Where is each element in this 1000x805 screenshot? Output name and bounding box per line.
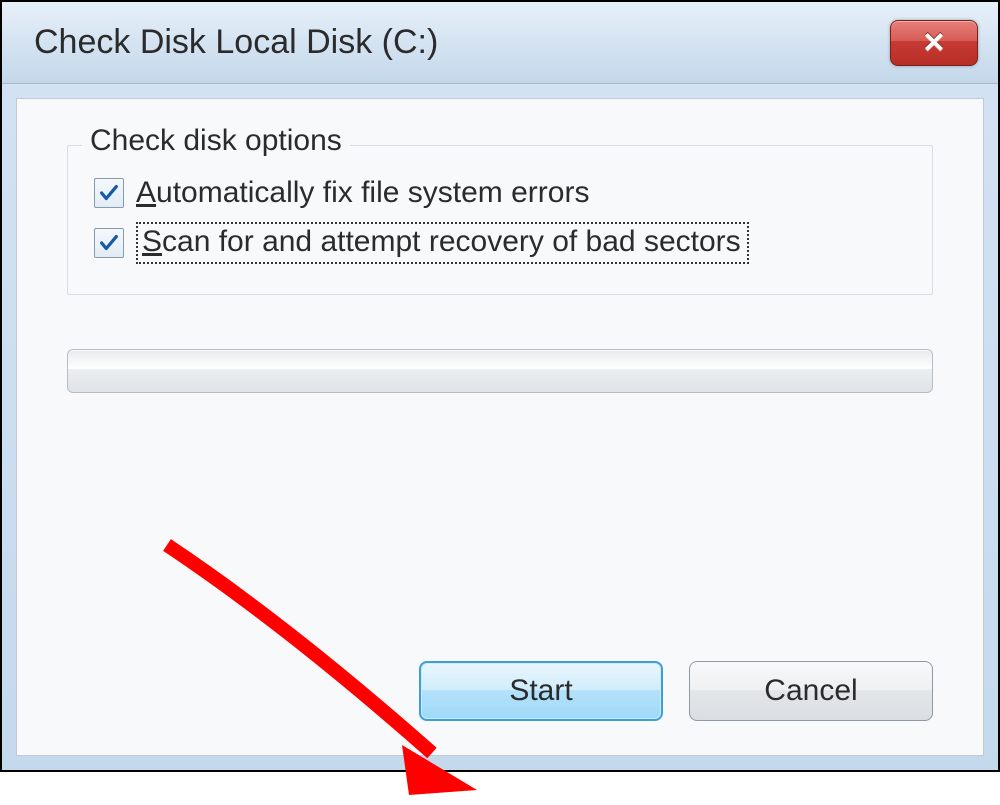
progress-bar [67, 349, 933, 393]
client-area: Check disk options Automatically fix fil… [16, 98, 984, 756]
button-label: Start [509, 674, 572, 708]
start-button[interactable]: Start [419, 661, 663, 721]
checkbox-label: Scan for and attempt recovery of bad sec… [136, 222, 749, 264]
window-title: Check Disk Local Disk (C:) [34, 23, 438, 62]
checkbox-fix-errors[interactable] [94, 178, 124, 208]
checkmark-icon [98, 232, 120, 254]
groupbox-legend: Check disk options [82, 124, 350, 158]
button-label: Cancel [764, 674, 857, 708]
titlebar: Check Disk Local Disk (C:) ✕ [2, 2, 998, 84]
cancel-button[interactable]: Cancel [689, 661, 933, 721]
checkmark-icon [98, 182, 120, 204]
check-disk-dialog: Check Disk Local Disk (C:) ✕ Check disk … [0, 0, 1000, 772]
option-scan-recover[interactable]: Scan for and attempt recovery of bad sec… [94, 222, 906, 264]
close-icon: ✕ [922, 26, 945, 59]
close-button[interactable]: ✕ [890, 20, 978, 66]
button-row: Start Cancel [419, 661, 933, 721]
check-disk-options-group: Check disk options Automatically fix fil… [67, 145, 933, 295]
checkbox-label: Automatically fix file system errors [136, 176, 589, 210]
option-fix-errors[interactable]: Automatically fix file system errors [94, 176, 906, 210]
checkbox-scan-recover[interactable] [94, 228, 124, 258]
